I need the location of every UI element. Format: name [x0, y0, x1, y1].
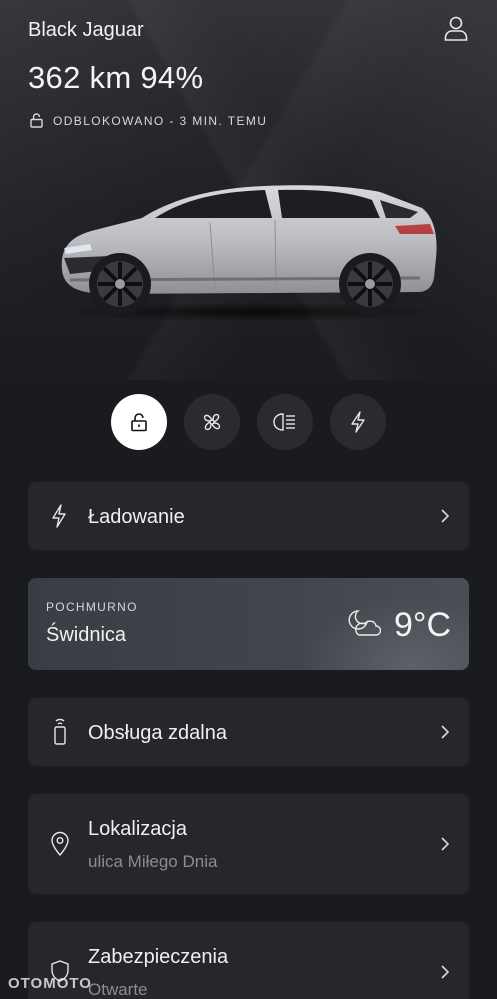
unlocked-padlock-icon: [30, 113, 43, 128]
weather-city: Świdnica: [46, 624, 127, 646]
charging-card[interactable]: Ładowanie: [28, 482, 469, 550]
location-title: Lokalizacja: [88, 818, 187, 840]
remote-control-title: Obsługa zdalna: [88, 722, 227, 744]
lock-status-text: ODBLOKOWANO - 3 MIN. TEMU: [53, 113, 268, 128]
location-pin-icon: [51, 831, 69, 857]
lightning-icon: [351, 411, 365, 433]
weather-card: POCHMURNO Świdnica 9°C: [28, 578, 469, 670]
location-address: ulica Miłego Dnia: [88, 852, 218, 871]
watermark: OTOMOTO: [8, 975, 92, 992]
remote-key-fob-icon: [54, 718, 66, 745]
chevron-right-icon: [441, 725, 450, 739]
lightning-icon: [52, 504, 66, 528]
chevron-right-icon: [441, 837, 450, 851]
chevron-right-icon: [441, 509, 450, 523]
range-and-battery: 362 km 94%: [28, 60, 204, 95]
vehicle-image: [60, 185, 440, 322]
fan-icon: [203, 413, 221, 431]
charging-button[interactable]: [330, 394, 386, 450]
remote-control-card[interactable]: Obsługa zdalna: [28, 698, 469, 766]
profile-icon[interactable]: [442, 14, 470, 42]
cloudy-night-icon: [348, 610, 381, 636]
security-card[interactable]: Zabezpieczenia Otwarte: [28, 922, 469, 999]
weather-condition: POCHMURNO: [46, 600, 138, 614]
vehicle-name: Black Jaguar: [28, 19, 144, 41]
weather-temperature: 9°C: [393, 606, 451, 644]
chevron-right-icon: [441, 965, 450, 979]
security-title: Zabezpieczenia: [88, 946, 229, 968]
lock-toggle-button[interactable]: [111, 394, 167, 450]
charging-card-title: Ładowanie: [88, 506, 185, 528]
security-status: Otwarte: [88, 980, 148, 999]
lock-status: ODBLOKOWANO - 3 MIN. TEMU: [30, 113, 267, 128]
climate-button[interactable]: [184, 394, 240, 450]
unlocked-padlock-icon: [131, 413, 147, 432]
location-card[interactable]: Lokalizacja ulica Miłego Dnia: [28, 794, 469, 894]
lights-button[interactable]: [257, 394, 313, 450]
headlight-icon: [273, 413, 295, 431]
quick-controls: [0, 394, 497, 452]
